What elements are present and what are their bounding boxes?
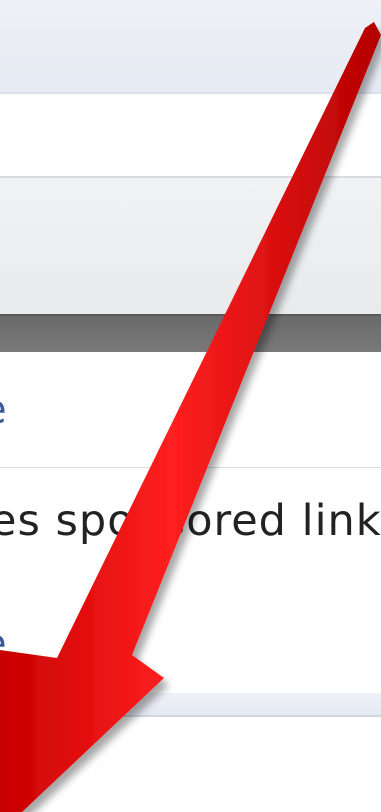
top-header-band <box>0 0 381 94</box>
cropped-facebook-page: e es sponsored link e <box>0 0 381 812</box>
sponsored-links-text: es sponsored link <box>0 496 381 546</box>
grey-section <box>0 176 381 316</box>
bottom-area <box>0 717 381 812</box>
bottom-strip <box>0 693 381 717</box>
link-fragment-2[interactable]: e <box>0 624 7 664</box>
top-content-row <box>0 94 381 176</box>
dark-section-bar <box>0 314 381 354</box>
list-item-1 <box>0 352 381 467</box>
link-fragment-1[interactable]: e <box>0 390 7 430</box>
